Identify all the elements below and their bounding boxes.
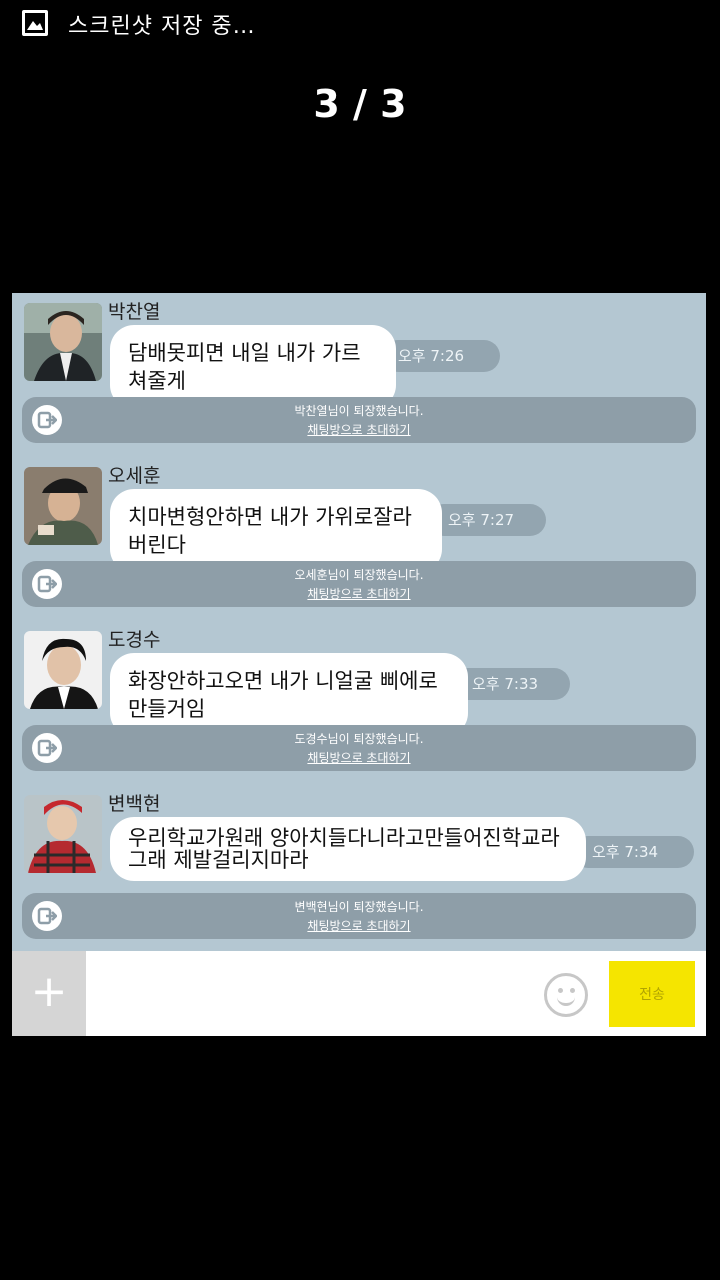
- message-input[interactable]: [92, 961, 532, 1025]
- send-button[interactable]: 전송: [609, 961, 695, 1027]
- message-row: 박찬열 오후 7:26 담배못피면 내일 내가 가르쳐줄게: [12, 293, 706, 409]
- message-time: 오후 7:33: [472, 675, 539, 693]
- invite-link[interactable]: 채팅방으로 초대하기: [22, 585, 696, 602]
- status-text: 스크린샷 저장 중…: [68, 14, 256, 39]
- smiley-icon[interactable]: [544, 973, 588, 1017]
- message-time: 오후 7:27: [448, 511, 515, 529]
- message-time: 오후 7:34: [592, 843, 659, 861]
- sender-name: 오세훈: [108, 465, 161, 487]
- notice-text: 박찬열님이 퇴장했습니다.: [294, 404, 424, 418]
- sender-name: 변백현: [108, 793, 161, 815]
- avatar[interactable]: [24, 795, 102, 873]
- leave-notice: 변백현님이 퇴장했습니다. 채팅방으로 초대하기: [22, 893, 696, 939]
- plus-icon: +: [30, 966, 68, 1017]
- message-time: 오후 7:26: [398, 347, 465, 365]
- avatar[interactable]: [24, 303, 102, 381]
- leave-notice: 오세훈님이 퇴장했습니다. 채팅방으로 초대하기: [22, 561, 696, 607]
- image-icon: [22, 10, 48, 36]
- message-input-bar: + 전송: [12, 951, 706, 1036]
- invite-link[interactable]: 채팅방으로 초대하기: [22, 917, 696, 934]
- notice-text: 도경수님이 퇴장했습니다.: [294, 732, 424, 746]
- sender-name: 박찬열: [108, 301, 161, 323]
- leave-notice: 박찬열님이 퇴장했습니다. 채팅방으로 초대하기: [22, 397, 696, 443]
- leave-notice: 도경수님이 퇴장했습니다. 채팅방으로 초대하기: [22, 725, 696, 771]
- sender-name: 도경수: [108, 629, 161, 651]
- notice-text: 오세훈님이 퇴장했습니다.: [294, 568, 424, 582]
- chat-screenshot: 박찬열 오후 7:26 담배못피면 내일 내가 가르쳐줄게 박찬열님이 퇴장했습…: [12, 293, 706, 951]
- invite-link[interactable]: 채팅방으로 초대하기: [22, 749, 696, 766]
- message-row: 도경수 오후 7:33 화장안하고오면 내가 니얼굴 삐에로만들거임: [12, 621, 706, 737]
- notice-text: 변백현님이 퇴장했습니다.: [294, 900, 424, 914]
- status-bar: 스크린샷 저장 중…: [0, 0, 720, 48]
- page-counter: 3 / 3: [313, 82, 407, 126]
- avatar[interactable]: [24, 467, 102, 545]
- avatar[interactable]: [24, 631, 102, 709]
- message-row: 오세훈 오후 7:27 치마변형안하면 내가 가위로잘라버린다: [12, 457, 706, 573]
- message-row: 변백현 오후 7:34 우리학교가원래 양아치들다니라고만들어진학교라그래 제발…: [12, 785, 706, 889]
- invite-link[interactable]: 채팅방으로 초대하기: [22, 421, 696, 438]
- message-bubble[interactable]: 우리학교가원래 양아치들다니라고만들어진학교라그래 제발걸리지마라: [110, 817, 586, 881]
- attach-button[interactable]: +: [12, 951, 86, 1036]
